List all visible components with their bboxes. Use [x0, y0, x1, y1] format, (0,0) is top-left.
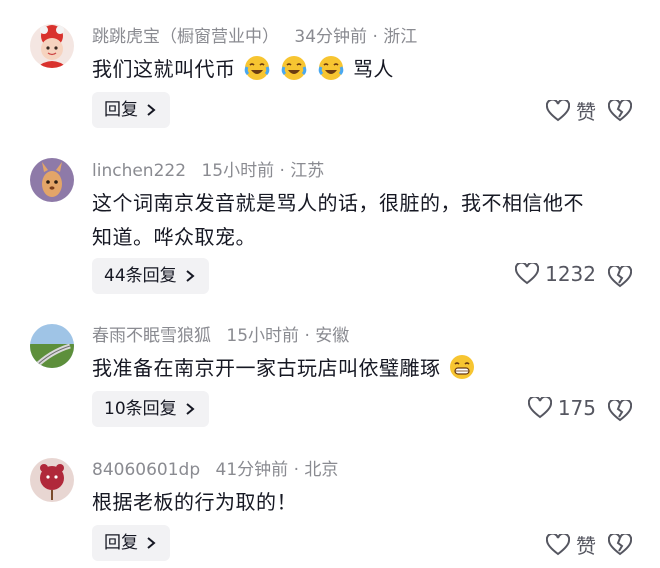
reply-button[interactable]: 回复	[92, 92, 170, 128]
timestamp: 34分钟前	[294, 27, 368, 47]
view-replies-button[interactable]: 10条回复	[92, 391, 209, 427]
comment-text-main: 我准备在南京开一家古玩店叫依璧雕琢	[92, 356, 441, 380]
comment-text-line: 知道。哗众取宠。	[92, 225, 256, 249]
location: 安徽	[315, 326, 350, 346]
chevron-right-icon	[147, 537, 156, 549]
comment-meta: 84060601dp 41分钟前 · 北京	[92, 459, 338, 481]
like-button[interactable]: 1232	[515, 262, 596, 286]
laugh-cry-emoji	[245, 56, 270, 80]
reply-label: 回复	[104, 100, 138, 120]
like-count: 1232	[545, 262, 596, 286]
reply-label: 10条回复	[104, 399, 177, 419]
like-button[interactable]: 175	[527, 396, 596, 420]
comment-text: 我们这就叫代币 骂人	[92, 52, 637, 86]
like-count: 赞	[576, 100, 596, 124]
username[interactable]: linchen222	[92, 161, 186, 181]
location: 浙江	[383, 27, 418, 47]
like-count: 175	[557, 396, 596, 420]
like-button[interactable]: 赞	[546, 96, 596, 125]
grin-emoji	[450, 355, 475, 379]
comment-meta: linchen222 15小时前 · 江苏	[92, 160, 324, 182]
heart-icon	[546, 99, 570, 121]
chevron-right-icon	[186, 403, 195, 415]
broken-heart-icon[interactable]	[608, 400, 632, 422]
avatar[interactable]	[30, 24, 74, 68]
heart-icon	[546, 533, 570, 555]
like-count: 赞	[576, 534, 596, 558]
like-button[interactable]: 赞	[546, 530, 596, 559]
timestamp: 15小时前	[226, 326, 300, 346]
avatar[interactable]	[30, 324, 74, 368]
location: 北京	[304, 460, 339, 480]
comment-text-main: 根据老板的行为取的！	[92, 490, 297, 514]
broken-heart-icon[interactable]	[608, 100, 632, 122]
broken-heart-icon[interactable]	[608, 266, 632, 288]
location: 江苏	[290, 161, 325, 181]
reply-button[interactable]: 回复	[92, 525, 170, 561]
reply-label: 44条回复	[104, 266, 177, 286]
chevron-right-icon	[186, 270, 195, 282]
comment-meta: 跳跳虎宝（橱窗营业中） 34分钟前 · 浙江	[92, 26, 417, 48]
separator: ·	[304, 326, 310, 346]
reply-label: 回复	[104, 533, 138, 553]
broken-heart-icon[interactable]	[608, 534, 632, 556]
separator: ·	[293, 460, 299, 480]
comment-meta: 春雨不眠雪狼狐 15小时前 · 安徽	[92, 325, 349, 347]
comment-text-tail: 骂人	[352, 57, 394, 81]
view-replies-button[interactable]: 44条回复	[92, 258, 209, 294]
comment-text: 这个词南京发音就是骂人的话，很脏的，我不相信他不 知道。哗众取宠。	[92, 186, 637, 254]
separator: ·	[372, 27, 378, 47]
username[interactable]: 跳跳虎宝（橱窗营业中）	[92, 27, 279, 47]
comment-text: 根据老板的行为取的！	[92, 485, 637, 519]
username[interactable]: 84060601dp	[92, 460, 200, 480]
comment-text-main: 我们这就叫代币	[92, 57, 236, 81]
timestamp: 41分钟前	[215, 460, 289, 480]
heart-icon	[527, 397, 552, 419]
username[interactable]: 春雨不眠雪狼狐	[92, 326, 211, 346]
timestamp: 15小时前	[201, 161, 275, 181]
avatar[interactable]	[30, 158, 74, 202]
laugh-cry-emoji	[281, 56, 307, 80]
laugh-cry-emoji	[318, 56, 344, 80]
separator: ·	[279, 161, 285, 181]
avatar[interactable]	[30, 458, 74, 502]
comment-text-line: 这个词南京发音就是骂人的话，很脏的，我不相信他不	[92, 191, 584, 215]
heart-icon	[515, 263, 540, 285]
chevron-right-icon	[147, 104, 156, 116]
comment-text: 我准备在南京开一家古玩店叫依璧雕琢	[92, 351, 637, 385]
